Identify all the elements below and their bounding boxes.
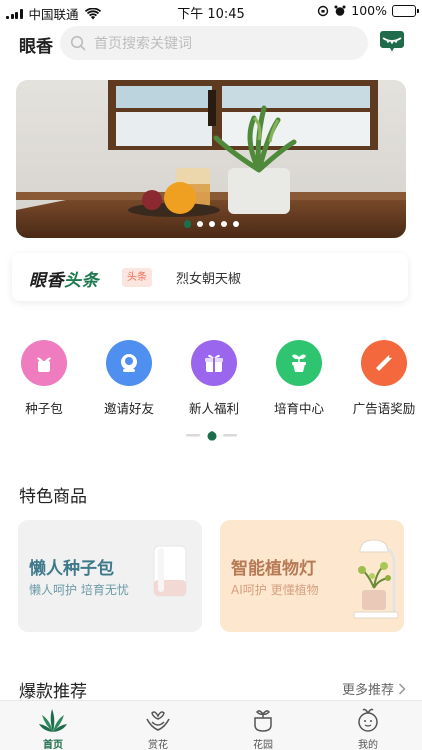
gift-icon — [191, 340, 237, 386]
headline-logo-part1: 眼香 — [29, 271, 64, 291]
more-recommend-link[interactable]: 更多推荐 — [342, 679, 406, 698]
tab-home[interactable]: 首页 — [23, 707, 83, 750]
shortcut-label: 培育中心 — [273, 401, 324, 416]
search-icon — [70, 35, 86, 51]
tab-label: 花园 — [253, 740, 273, 750]
seed-pack-icon — [21, 340, 67, 386]
brand-title: 眼香 — [19, 37, 53, 57]
seed-cup-image — [153, 545, 187, 597]
home-plant-icon — [39, 709, 67, 732]
shortcut-cultivation-center[interactable]: 培育中心 — [254, 340, 344, 420]
chevron-right-icon — [398, 682, 406, 695]
search-bar[interactable]: 首页搜索关键词 — [60, 26, 368, 60]
shortcut-slogan-reward[interactable]: 广告语奖励 — [339, 340, 422, 420]
card-title: 智能植物灯 — [231, 559, 316, 579]
profile-face-icon — [358, 708, 378, 732]
featured-card-plant-lamp[interactable]: 智能植物灯 AI呵护 更懂植物 — [220, 520, 404, 632]
rotation-lock-icon — [318, 5, 329, 16]
plant-lamp-image — [353, 539, 399, 619]
banner-dot[interactable] — [232, 221, 239, 227]
shortcut-label: 种子包 — [25, 401, 63, 416]
megaphone-icon — [361, 340, 407, 386]
flower-hands-icon — [146, 711, 170, 731]
shortcut-label: 广告语奖励 — [352, 401, 416, 416]
tab-bar: 首页 赏花 花园 我的 — [0, 700, 422, 750]
headline-logo-part2: 头条 — [64, 271, 99, 291]
tab-appreciate-flowers[interactable]: 赏花 — [128, 707, 188, 750]
featured-title: 特色商品 — [19, 487, 87, 507]
tab-label: 首页 — [43, 740, 63, 750]
status-bar: 中国联通 下午 10:45 100% — [0, 0, 422, 22]
card-subtitle: 懒人呵护 培育无忧 — [29, 583, 129, 597]
headline-bar[interactable]: 眼香头条 头条 烈女朝天椒 — [12, 253, 408, 301]
more-label: 更多推荐 — [341, 683, 394, 698]
shortcut-seed-pack[interactable]: 种子包 — [0, 340, 89, 420]
tab-profile[interactable]: 我的 — [338, 707, 398, 750]
featured-card-seed-pack[interactable]: 懒人种子包 懒人呵护 培育无忧 — [18, 520, 202, 632]
banner-dot[interactable] — [208, 221, 215, 227]
alarm-icon — [334, 5, 346, 16]
headline-text[interactable]: 烈女朝天椒 — [176, 268, 241, 287]
card-subtitle: AI呵护 更懂植物 — [231, 583, 319, 597]
banner-pagination — [16, 220, 406, 228]
headline-logo: 眼香头条 — [29, 266, 99, 291]
shortcut-label: 邀请好友 — [103, 401, 154, 416]
hot-title: 爆款推荐 — [19, 682, 87, 702]
garden-pot-icon — [254, 710, 272, 732]
app-root: { "status_bar": { "carrier": "中国联通", "ti… — [0, 0, 422, 750]
battery-percent: 100% — [351, 3, 387, 18]
tab-label: 我的 — [358, 740, 378, 750]
card-title: 懒人种子包 — [29, 559, 114, 579]
banner-dot[interactable] — [196, 221, 203, 227]
shortcut-invite-friend[interactable]: 邀请好友 — [84, 340, 174, 420]
headline-tag: 头条 — [122, 268, 152, 287]
banner-dot-active[interactable] — [183, 220, 191, 228]
message-icon[interactable] — [379, 30, 405, 54]
tab-garden[interactable]: 花园 — [233, 707, 293, 750]
invite-friend-icon — [106, 340, 152, 386]
tab-label: 赏花 — [148, 740, 168, 750]
shortcut-pager — [186, 431, 237, 441]
banner-dot[interactable] — [220, 221, 227, 227]
search-input[interactable]: 首页搜索关键词 — [94, 33, 192, 53]
banner-image — [16, 80, 406, 238]
shortcut-new-user-gift[interactable]: 新人福利 — [169, 340, 259, 420]
battery-icon — [392, 4, 419, 17]
shortcut-label: 新人福利 — [188, 401, 239, 416]
sprout-pot-icon — [276, 340, 322, 386]
promo-banner[interactable] — [16, 80, 406, 238]
